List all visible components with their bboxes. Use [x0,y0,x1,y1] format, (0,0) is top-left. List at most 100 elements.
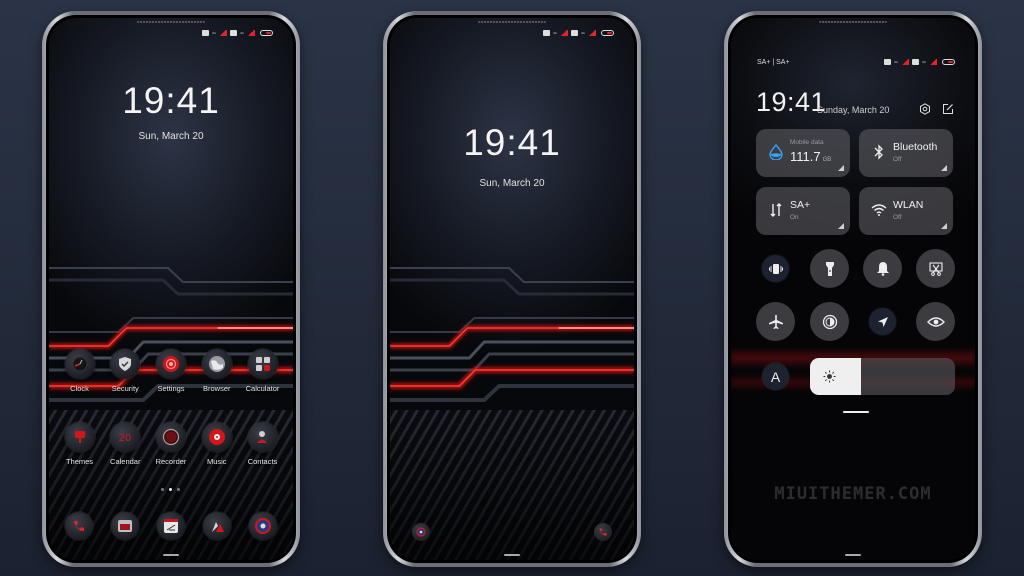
app-label: Contacts [247,457,278,466]
vibrate-icon [768,263,783,274]
toggle-flashlight[interactable] [810,249,849,288]
signal-icon [588,30,596,36]
app-settings[interactable]: Settings [149,349,194,393]
network-type: 4G [212,30,217,35]
home-indicator[interactable] [163,554,179,556]
app-contacts[interactable]: Contacts [240,422,285,466]
tile-bluetooth[interactable]: Bluetooth Off [859,129,953,177]
app-label: Security [111,384,139,393]
camera-icon [416,527,426,537]
water-drop-icon [767,143,785,161]
toggle-screenshot[interactable] [916,249,955,288]
clock-widget-time[interactable]: 19:41 [49,80,293,122]
app-row-2: Themes 20 Calendar Recorder Music Contac… [57,422,285,466]
toggle-location[interactable] [869,308,896,335]
music-icon [201,422,232,452]
globe-icon [201,349,232,379]
brightness-slider[interactable] [810,358,955,395]
flashlight-icon [825,261,834,276]
signal-icon [247,30,255,36]
toggle-auto-brightness[interactable]: A [762,363,789,390]
clock-widget-date: Sun, March 20 [138,131,204,142]
lock-shortcut-phone[interactable] [594,523,612,541]
calendar-icon: 20 [110,422,141,452]
app-calculator[interactable]: Calculator [240,349,285,393]
tile-sa-plus[interactable]: SA+ On [756,187,850,235]
watermark: MIUITHEMER.COM [774,484,932,504]
lock-screen: 4G 4G 19:41 Sun, March 20 [390,18,634,560]
toggle-silent[interactable] [863,249,902,288]
phone-icon[interactable] [65,512,93,540]
brush-icon [64,422,95,452]
gallery-icon[interactable] [203,512,231,540]
battery-icon [942,59,955,65]
app-recorder[interactable]: Recorder [149,422,194,466]
app-row-1: Clock Security Settings Browser Calculat… [57,349,285,393]
camera-icon[interactable] [249,512,277,540]
phone-home-screen: 4G 4G 19:41 Sun, March 20 Clock Security… [42,11,300,567]
toggle-airplane[interactable] [756,302,795,341]
app-security[interactable]: Security [103,349,148,393]
app-themes[interactable]: Themes [57,422,102,466]
wallpaper-circuit-lines [390,267,634,402]
tile-state: On [790,214,799,221]
notes-icon[interactable] [157,512,185,540]
toggle-dark-mode[interactable] [810,302,849,341]
auto-brightness-label: A [770,368,781,385]
settings-icon [156,349,186,379]
bluetooth-icon [870,143,888,161]
airplane-icon [768,314,783,329]
lock-shortcut-camera[interactable] [412,523,430,541]
page-dot[interactable] [161,488,164,491]
network-type: 4G [553,30,558,35]
sim-icon [543,30,550,36]
toggle-vibrate[interactable] [762,255,789,282]
app-label: Music [206,457,227,466]
page-dot-active[interactable] [169,488,172,491]
app-music[interactable]: Music [194,422,239,466]
app-label: Calendar [110,457,141,466]
location-icon [877,316,888,327]
expand-corner-icon[interactable] [838,223,844,229]
tile-wlan[interactable]: WLAN Off [859,187,953,235]
sim-icon [912,59,919,65]
settings-icon[interactable] [918,102,932,116]
lock-clock-time: 19:41 [463,122,561,163]
sim-icon [884,59,891,65]
status-bar: 4G 4G [884,59,955,65]
lock-clock-date: Sun, March 20 [479,178,545,189]
app-calendar[interactable]: 20 Calendar [103,422,148,466]
battery-icon [260,30,273,36]
home-screen: 4G 4G 19:41 Sun, March 20 Clock Security… [49,18,293,560]
page-dot[interactable] [177,488,180,491]
messages-icon[interactable] [111,512,139,540]
network-type: 4G [894,59,899,64]
tile-mobile-data[interactable]: Mobile data 111.7 GB [756,129,850,177]
app-clock[interactable]: Clock [57,349,102,393]
sim-icon [230,30,237,36]
control-center: SA+ | SA+ 4G 4G 19:41 Sunday, March 20 M… [731,18,975,560]
tile-label: Mobile data [790,139,824,146]
home-indicator[interactable] [845,554,861,556]
page-indicator [161,488,180,491]
expand-corner-icon[interactable] [838,165,844,171]
control-center-drag-handle[interactable] [843,411,869,413]
cc-date: Sunday, March 20 [817,105,890,115]
signal-icon [560,30,568,36]
edit-icon[interactable] [941,102,955,116]
sun-icon [822,369,836,383]
status-bar: 4G 4G [202,30,273,36]
phone-icon [599,528,607,536]
eye-icon [926,316,945,327]
calculator-icon [247,349,278,379]
home-indicator[interactable] [504,554,520,556]
expand-corner-icon[interactable] [941,223,947,229]
app-label: Clock [70,384,89,393]
signal-icon [901,59,909,65]
app-browser[interactable]: Browser [194,349,239,393]
app-label: Recorder [155,457,187,466]
expand-corner-icon[interactable] [941,165,947,171]
tile-state: Off [893,156,902,163]
bell-icon [876,262,889,276]
toggle-reading-mode[interactable] [916,302,955,341]
